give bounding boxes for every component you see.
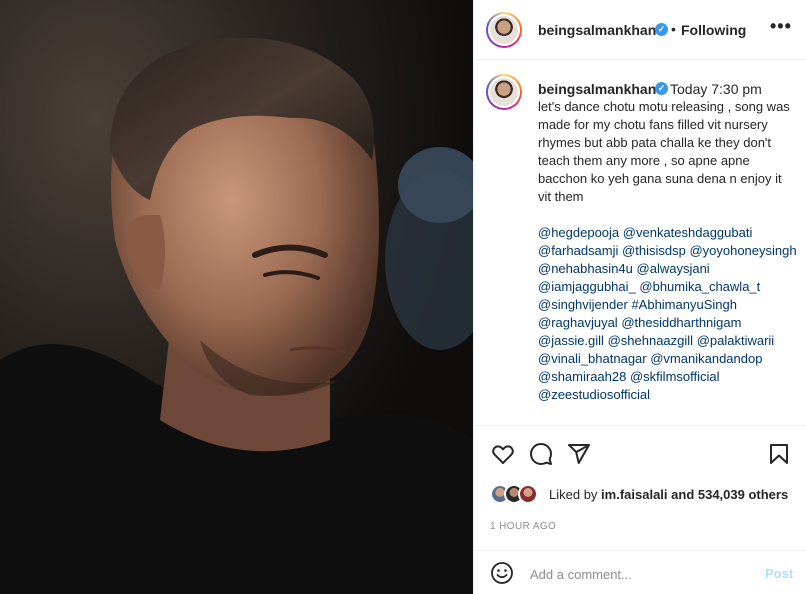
- caption-username[interactable]: beingsalmankhan: [538, 81, 656, 97]
- following-button[interactable]: Following: [681, 22, 746, 38]
- share-button[interactable]: [566, 441, 592, 467]
- post-photo[interactable]: [0, 0, 473, 594]
- heart-icon: [492, 445, 514, 464]
- caption-tag-link[interactable]: @venkateshdaggubati: [623, 225, 753, 240]
- liked-by-user[interactable]: im.faisalali: [601, 487, 667, 502]
- caption-tag-link[interactable]: @jassie.gill: [538, 333, 604, 348]
- caption-tag-link[interactable]: @alwaysjani: [637, 261, 710, 276]
- save-button[interactable]: [766, 441, 792, 467]
- action-bar: [474, 430, 806, 478]
- verified-badge-icon: ✓: [655, 82, 668, 95]
- comment-icon: [530, 443, 552, 465]
- caption-tag-link[interactable]: @vinali_bhatnagar: [538, 351, 647, 366]
- liker-avatar[interactable]: [518, 484, 538, 504]
- caption-tag-link[interactable]: @shamiraah28: [538, 369, 626, 384]
- caption-tag-link[interactable]: @thesiddharthnigam: [621, 315, 741, 330]
- post-header: beingsalmankhan ✓ • Following •••: [474, 0, 806, 60]
- post-comment-button[interactable]: Post: [765, 566, 793, 581]
- instagram-post-dialog: beingsalmankhan ✓ • Following ••• beings…: [0, 0, 806, 594]
- caption-tag-link[interactable]: @skfilmsofficial: [630, 369, 720, 384]
- caption-tag-link[interactable]: @raghavjuyal: [538, 315, 618, 330]
- avatar[interactable]: [486, 12, 522, 48]
- separator-dot: •: [671, 21, 676, 37]
- caption-tag-link[interactable]: @yoyohoneysingh: [689, 243, 796, 258]
- share-icon: [568, 444, 590, 464]
- post-side-panel: beingsalmankhan ✓ • Following ••• beings…: [473, 0, 806, 594]
- caption-avatar[interactable]: [486, 74, 522, 110]
- liked-by-prefix: Liked by: [549, 487, 602, 502]
- comment-button[interactable]: [528, 441, 554, 467]
- caption-tag-link[interactable]: @shehnaazgill: [608, 333, 693, 348]
- caption-tag-link[interactable]: @iamjaggubhai_: [538, 279, 636, 294]
- caption-tag-link[interactable]: @thisisdsp: [622, 243, 686, 258]
- caption-tags: @hegdepooja @venkateshdaggubati @farhads…: [538, 224, 798, 404]
- caption-tag-link[interactable]: @vmanikandandop: [650, 351, 762, 366]
- verified-badge-icon: ✓: [655, 23, 668, 36]
- caption-tag-link[interactable]: @bhumika_chawla_t: [639, 279, 760, 294]
- emoji-icon[interactable]: [490, 561, 514, 585]
- like-button[interactable]: [490, 441, 516, 467]
- caption-tag-link[interactable]: @singhvijender: [538, 297, 628, 312]
- post-timestamp[interactable]: 1 HOUR AGO: [490, 521, 556, 532]
- post-photo-image: [0, 0, 473, 594]
- caption-time: Today 7:30 pm: [670, 81, 762, 97]
- likes-section: Liked by im.faisalali and 534,039 others: [474, 480, 806, 520]
- liked-by-text: Liked by im.faisalali and 534,039 others: [549, 486, 799, 504]
- caption-text: let's dance chotu motu releasing , song …: [538, 99, 790, 204]
- header-username[interactable]: beingsalmankhan: [538, 22, 656, 38]
- caption-tag-link[interactable]: @palaktiwarii: [697, 333, 775, 348]
- caption-section: beingsalmankhan ✓ Today 7:30 pm let's da…: [474, 60, 806, 426]
- caption-tag-link[interactable]: @farhadsamji: [538, 243, 618, 258]
- caption-tag-link[interactable]: @zeestudiosofficial: [538, 387, 650, 402]
- liked-by-others[interactable]: and 534,039 others: [668, 487, 788, 502]
- caption-tag-link[interactable]: @nehabhasin4u: [538, 261, 633, 276]
- comment-box: Post: [474, 550, 806, 594]
- caption-tag-link[interactable]: #AbhimanyuSingh: [631, 297, 737, 312]
- caption-tag-link[interactable]: @hegdepooja: [538, 225, 619, 240]
- comment-input[interactable]: [530, 563, 750, 585]
- bookmark-icon: [770, 444, 788, 464]
- more-options-icon[interactable]: •••: [770, 16, 792, 37]
